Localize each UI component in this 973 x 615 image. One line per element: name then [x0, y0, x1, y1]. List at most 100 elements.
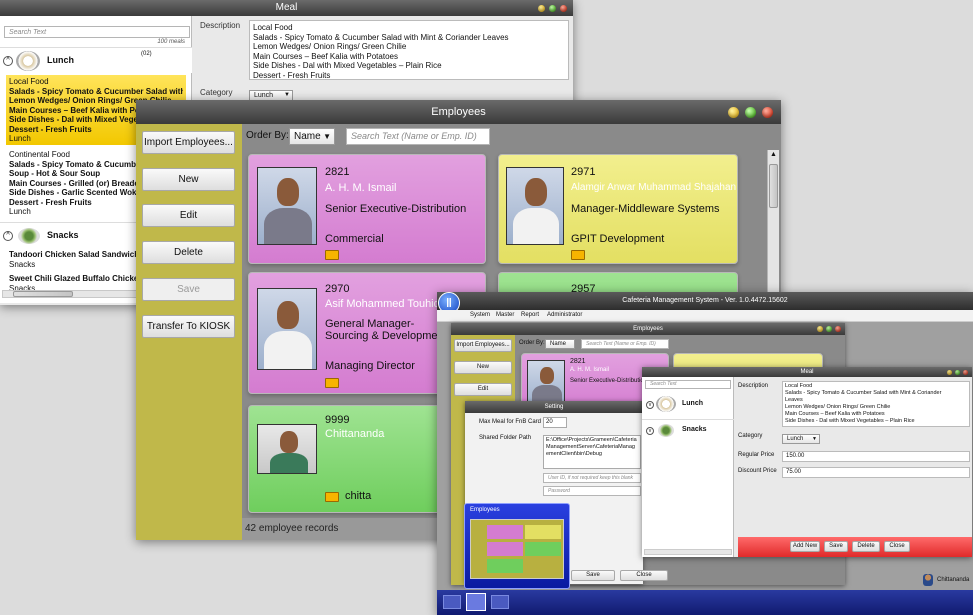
thumbnail-title: Employees: [470, 507, 500, 513]
envelope-icon: [325, 250, 339, 260]
setting-close-button[interactable]: Close: [620, 570, 668, 581]
maximize-icon[interactable]: [955, 369, 960, 375]
meal-delete-button[interactable]: Delete: [852, 541, 880, 552]
menu-system[interactable]: System: [470, 312, 490, 318]
discount-price-label: Discount Price: [738, 468, 777, 474]
employee-search-input[interactable]: Search Text (Name or Emp. ID): [581, 339, 669, 349]
category-label: Category: [738, 433, 763, 439]
collapse-icon[interactable]: ^: [3, 56, 13, 66]
description-label: Description: [200, 21, 241, 30]
minimize-icon[interactable]: [947, 369, 952, 375]
employee-search-input[interactable]: Search Text (Name or Emp. ID): [346, 128, 490, 145]
edit-button[interactable]: Edit: [454, 383, 512, 396]
employee-name: Alamgir Anwar Muhammad Shajahan: [571, 182, 737, 193]
desc-line: Local Food: [253, 23, 293, 32]
category-select[interactable]: Lunch ▼: [782, 434, 820, 444]
menu-master[interactable]: Master: [496, 312, 514, 318]
desc-line: Salads - Spicy Tomato & Cucumber Salad w…: [253, 32, 509, 42]
maximize-icon[interactable]: [826, 326, 832, 332]
meal-search-input[interactable]: Search Text: [645, 380, 731, 389]
meal-search-input[interactable]: Search Text: [4, 26, 190, 38]
regular-price-input[interactable]: 150.00: [782, 451, 970, 462]
group-header-lunch[interactable]: ^ Lunch (02): [0, 47, 192, 73]
taskbar-item-employees[interactable]: [466, 593, 486, 611]
taskbar-item[interactable]: [491, 595, 509, 609]
employee-department: Managing Director: [325, 360, 415, 372]
employee-photo: [257, 424, 317, 474]
close-icon[interactable]: [963, 369, 968, 375]
discount-price-input[interactable]: 75.00: [782, 467, 970, 478]
employee-photo: [527, 360, 565, 406]
meal-save-button[interactable]: Save: [824, 541, 848, 552]
category-value: Lunch: [254, 92, 274, 99]
employee-photo: [257, 288, 317, 370]
group-name: Lunch: [682, 400, 703, 407]
mini-meal-title: Meal: [800, 369, 814, 375]
user-id-input[interactable]: User ID, if not required keep this blank: [543, 473, 641, 483]
lunch-plate-icon: [656, 396, 676, 412]
close-icon[interactable]: [835, 326, 841, 332]
import-employees-button[interactable]: Import Employees...: [142, 131, 235, 154]
meal-list-hscrollbar[interactable]: [644, 549, 732, 555]
setting-title: Setting: [544, 404, 564, 410]
meal-line: Local Food: [9, 77, 49, 86]
minimize-icon[interactable]: [817, 326, 823, 332]
scroll-up-icon[interactable]: ▲: [770, 151, 777, 158]
edit-button[interactable]: Edit: [142, 204, 235, 227]
employee-id: 2821: [325, 166, 350, 178]
minimize-icon[interactable]: [538, 4, 545, 12]
collapse-icon[interactable]: v: [646, 427, 654, 435]
menu-administrator[interactable]: Administrator: [547, 312, 582, 318]
transfer-to-kiosk-button[interactable]: Transfer To KIOSK: [142, 315, 235, 338]
group-header-snacks[interactable]: v Snacks: [642, 419, 734, 441]
taskbar-thumbnail-popup[interactable]: Employees: [464, 503, 570, 589]
shared-folder-input[interactable]: E:\Office\Projects\Grameen\CafeteriaMana…: [543, 435, 641, 469]
order-by-value: Name: [550, 341, 567, 347]
cms-titlebar: Cafeteria Management System - Ver. 1.0.4…: [437, 292, 973, 310]
mini-meal-list: Search Text v Lunch v Snacks: [642, 377, 734, 557]
setting-titlebar: Setting: [465, 401, 643, 413]
employee-department: GPIT Development: [571, 233, 665, 245]
snacks-plate-icon: [18, 228, 40, 244]
save-button[interactable]: Save: [142, 278, 235, 301]
menu-report[interactable]: Report: [521, 312, 539, 318]
close-icon[interactable]: [762, 106, 773, 118]
desc-line: Salads - Spicy Tomato & Cucumber Salad w…: [785, 390, 942, 396]
description-textarea[interactable]: Local Food Salads - Spicy Tomato & Cucum…: [782, 381, 970, 427]
employee-department: chitta: [345, 490, 372, 502]
minimize-icon[interactable]: [728, 106, 739, 118]
maximize-icon[interactable]: [745, 106, 756, 118]
group-header-lunch[interactable]: v Lunch: [642, 393, 734, 417]
setting-save-button[interactable]: Save: [571, 570, 615, 581]
import-employees-button[interactable]: Import Employees...: [454, 339, 512, 352]
mini-employees-title: Employees: [633, 326, 663, 332]
collapse-icon[interactable]: v: [646, 401, 654, 409]
desc-line: Local Food: [785, 383, 813, 389]
envelope-icon: [571, 250, 585, 260]
order-by-select[interactable]: Name: [545, 339, 575, 349]
taskbar-item[interactable]: [443, 595, 461, 609]
mini-employees-titlebar: Employees: [451, 323, 845, 335]
meal-action-bar: Add New Save Delete Close: [738, 537, 972, 557]
max-meal-input[interactable]: 20: [543, 417, 567, 428]
add-new-button[interactable]: Add New: [790, 541, 820, 552]
maximize-icon[interactable]: [549, 4, 556, 12]
meal-close-button[interactable]: Close: [884, 541, 910, 552]
lunch-plate-icon: [16, 51, 40, 71]
collapse-icon[interactable]: ^: [3, 231, 13, 241]
envelope-icon: [325, 378, 339, 388]
cms-menubar: System Master Report Administrator: [437, 310, 973, 322]
thumbnail-preview: [470, 519, 564, 579]
order-by-select[interactable]: Name ▼: [289, 128, 335, 145]
employee-name: Asif Mohammed Touhid: [325, 298, 440, 310]
employee-designation: Senior Executive-Distribution: [570, 378, 648, 384]
meal-line: Salads - Spicy Tomato & Cucumber Salad w…: [9, 86, 183, 96]
new-button[interactable]: New: [454, 361, 512, 374]
employee-card[interactable]: 2971 Alamgir Anwar Muhammad Shajahan Man…: [498, 154, 738, 264]
employee-card[interactable]: 2821 A. H. M. Ismail Senior Executive-Di…: [248, 154, 486, 264]
description-textarea[interactable]: Local Food Salads - Spicy Tomato & Cucum…: [249, 20, 569, 80]
new-button[interactable]: New: [142, 168, 235, 191]
delete-button[interactable]: Delete: [142, 241, 235, 264]
close-icon[interactable]: [560, 4, 567, 12]
password-input[interactable]: Password: [543, 486, 641, 496]
